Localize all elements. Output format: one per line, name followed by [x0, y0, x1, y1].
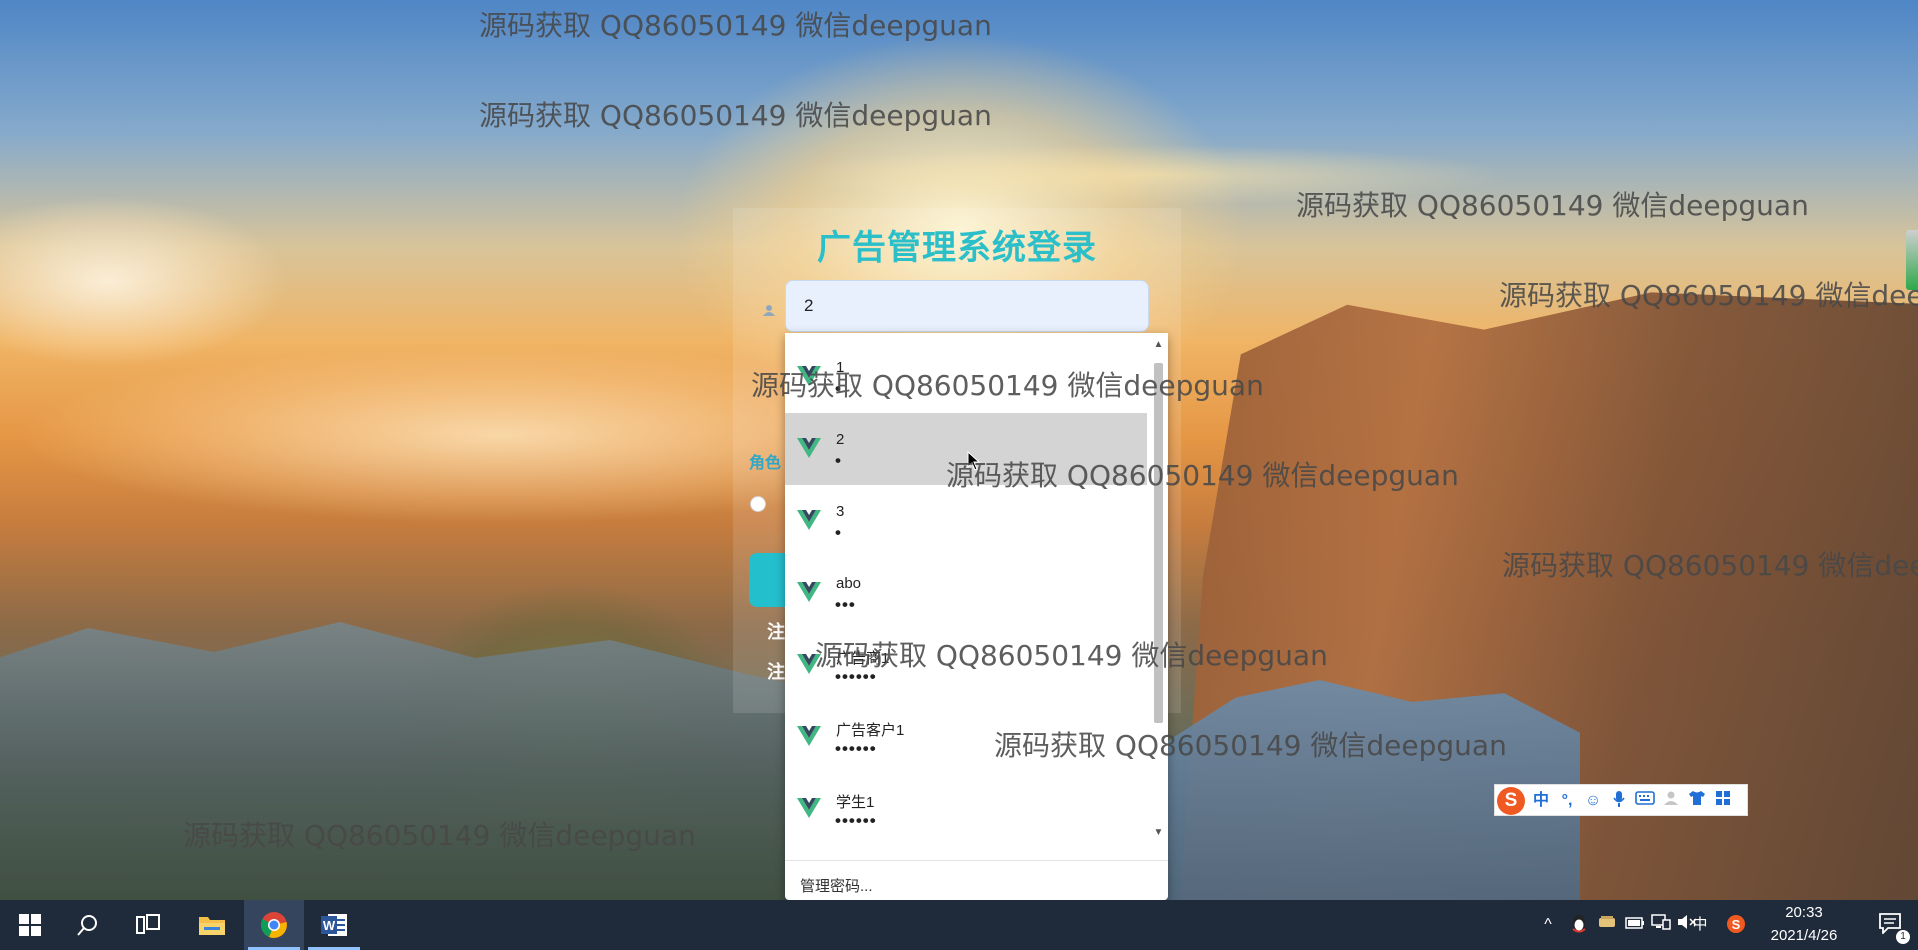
desktop-background: 广告管理系统登录 角色 注 注 1•2•3•abo•••广告商1••••••广告…	[0, 0, 1918, 950]
watermark-text: 源码获取 QQ86050149 微信deepguan	[1499, 279, 1918, 312]
notification-center-button[interactable]: 1	[1864, 900, 1918, 950]
search-icon	[77, 915, 97, 936]
file-explorer-button[interactable]	[182, 900, 242, 950]
emoji-icon[interactable]: ☺	[1581, 790, 1605, 812]
autocomplete-password-mask: ••••••	[835, 739, 877, 758]
microphone-icon[interactable]	[1607, 790, 1631, 812]
autocomplete-username: 1	[836, 359, 845, 376]
vue-logo-icon	[797, 366, 821, 386]
sky-clouds	[700, 130, 1600, 220]
vue-logo-icon	[797, 654, 821, 674]
notification-count-badge: 1	[1896, 930, 1910, 944]
watermark-text: 源码获取 QQ86050149 微信deepguan	[479, 9, 992, 42]
battery-icon[interactable]	[1624, 914, 1646, 936]
keyboard-icon[interactable]	[1633, 790, 1657, 812]
show-hidden-icons-icon[interactable]: ^	[1538, 914, 1558, 936]
autocomplete-password-mask: •	[835, 451, 842, 470]
autocomplete-username: 广告商1	[836, 650, 890, 667]
autocomplete-password-mask: ••••••	[835, 811, 877, 830]
svg-text:W: W	[323, 918, 336, 933]
sogou-tray-icon[interactable]: S	[1724, 914, 1748, 936]
folder-icon	[199, 917, 225, 935]
login-title: 广告管理系统登录	[817, 229, 1097, 267]
autocomplete-item[interactable]: 3 •	[785, 485, 1147, 557]
autocomplete-footer: 管理密码...	[785, 860, 1168, 900]
autocomplete-username: 3	[836, 503, 845, 520]
autocomplete-password-mask: ••••••	[835, 667, 877, 686]
role-label: 角色	[749, 455, 782, 472]
manage-passwords-link[interactable]: 管理密码...	[800, 875, 873, 896]
scrollbar-thumb[interactable]	[1154, 363, 1163, 723]
ime-toolbar[interactable]: S 中 °, ☺	[1494, 784, 1748, 816]
watermark-text: 源码获取 QQ86050149 微信deepguan	[479, 99, 992, 132]
autocomplete-username: 广告客户1	[836, 722, 905, 739]
svg-text:S: S	[1732, 917, 1741, 932]
edge-level-indicator	[1906, 230, 1918, 290]
clock-time[interactable]: 20:33	[1754, 904, 1854, 921]
autocomplete-password-mask: •	[835, 379, 842, 398]
scroll-down-icon[interactable]: ▼	[1149, 825, 1168, 841]
skin-icon[interactable]	[1685, 790, 1709, 812]
taskbar: W ^ 中 S 20:33 2021/4/26 1	[0, 900, 1918, 950]
autocomplete-username: 学生1	[836, 794, 875, 811]
register-link-1[interactable]: 注	[767, 618, 785, 644]
start-button[interactable]	[0, 900, 60, 950]
login-button[interactable]	[749, 553, 789, 607]
left-clouds	[0, 160, 360, 380]
vue-logo-icon	[797, 438, 821, 458]
autocomplete-item[interactable]: 广告商1 ••••••	[785, 629, 1147, 701]
autocomplete-item[interactable]: abo •••	[785, 557, 1147, 629]
vue-logo-icon	[797, 510, 821, 530]
autocomplete-username: abo	[836, 575, 862, 592]
clock-date[interactable]: 2021/4/26	[1754, 927, 1854, 944]
autocomplete-password-mask: •••	[835, 595, 856, 614]
word-icon: W	[321, 914, 347, 936]
autocomplete-scrollbar[interactable]: ▲ ▼	[1149, 333, 1168, 843]
username-input[interactable]	[785, 280, 1149, 332]
autocomplete-dropdown[interactable]: 1 • 2 • 3 • abo ••• 广告商1 •••••• 广告客户1 •••••• 学生1 ••••…	[785, 333, 1168, 900]
autocomplete-item[interactable]: 广告客户1 ••••••	[785, 701, 1147, 773]
task-view-icon	[136, 914, 160, 934]
search-button[interactable]	[58, 900, 118, 950]
chrome-icon	[261, 912, 287, 938]
user-icon	[763, 304, 777, 318]
autocomplete-item[interactable]: 1 •	[785, 341, 1147, 413]
autocomplete-password-mask: •	[835, 523, 842, 542]
network-icon[interactable]	[1650, 914, 1672, 936]
ime-mode-button[interactable]: 中	[1529, 790, 1553, 812]
vue-logo-icon	[797, 582, 821, 602]
vue-logo-icon	[797, 726, 821, 746]
register-link-2[interactable]: 注	[767, 658, 785, 684]
vue-logo-icon	[797, 798, 821, 818]
punctuation-icon[interactable]: °,	[1555, 790, 1579, 812]
grass-foreground	[360, 520, 780, 880]
sogou-logo-icon[interactable]: S	[1497, 787, 1525, 815]
scroll-up-icon[interactable]: ▲	[1149, 337, 1168, 353]
watermark-text: 源码获取 QQ86050149 微信deepguan	[1502, 549, 1918, 582]
storage-icon[interactable]	[1596, 914, 1618, 936]
role-radio[interactable]	[750, 496, 766, 512]
autocomplete-username: 2	[836, 431, 845, 448]
ime-mode-indicator[interactable]: 中	[1688, 914, 1712, 936]
autocomplete-item[interactable]: 学生1 ••••••	[785, 773, 1147, 845]
windows-logo-icon	[19, 914, 41, 936]
account-icon[interactable]	[1659, 790, 1683, 812]
word-button[interactable]: W	[304, 900, 364, 950]
mouse-cursor-icon	[967, 451, 981, 471]
autocomplete-item[interactable]: 2 •	[785, 413, 1147, 485]
task-view-button[interactable]	[118, 900, 178, 950]
chrome-button[interactable]	[244, 900, 304, 950]
qq-tray-icon[interactable]	[1568, 914, 1590, 936]
watermark-text: 源码获取 QQ86050149 微信deepguan	[183, 819, 696, 852]
watermark-text: 源码获取 QQ86050149 微信deepguan	[1296, 189, 1809, 222]
toolbox-icon[interactable]	[1711, 790, 1735, 812]
